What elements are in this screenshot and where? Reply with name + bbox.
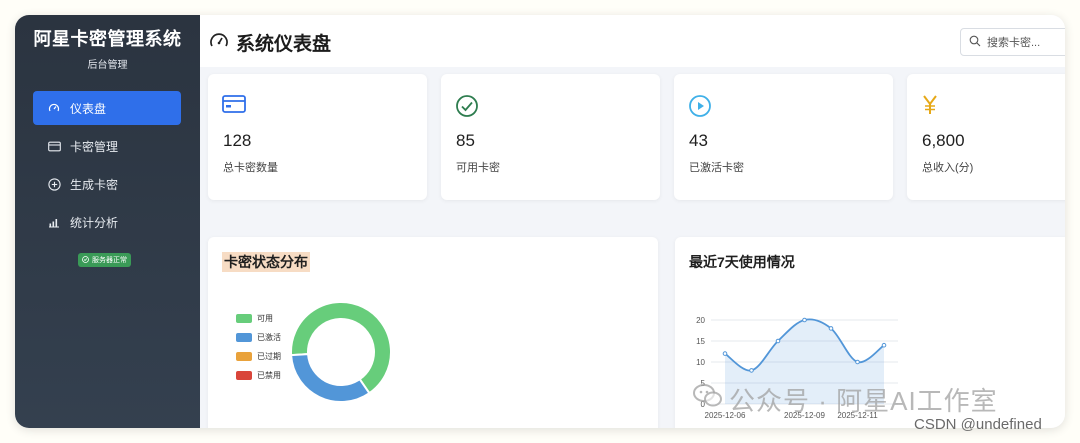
data-point [855,359,860,365]
panel-title: 最近7天使用情况 [689,254,795,270]
y-tick-label: 15 [696,337,705,346]
sidebar-item-statistics[interactable]: 统计分析 [33,205,181,239]
pie-slice-已激活 [290,353,371,403]
stat-label: 总卡密数量 [223,162,278,174]
search-icon [969,35,981,50]
page-title: 系统仪表盘 [209,29,331,56]
stat-label: 总收入(分) [922,162,974,174]
stat-value: 85 [456,131,475,150]
stat-card-revenue: 6,800 总收入(分) [907,74,1065,200]
search-placeholder: 搜索卡密... [987,37,1041,49]
card-icon [47,139,61,153]
server-status-text: 服务器正常 [92,257,127,264]
sidebar-item-label: 统计分析 [70,215,119,230]
data-point [722,351,728,356]
legend-item[interactable]: 已禁用 [236,366,281,385]
data-point [828,326,834,331]
check-circle-icon [455,94,479,123]
credit-text: CSDN @undefined [914,416,1042,433]
sidebar-item-label: 仪表盘 [70,101,107,116]
data-point [775,338,781,344]
app-name: 阿星卡密管理系统 [33,29,182,49]
legend-item[interactable]: 可用 [236,309,281,328]
stat-card-total: 128 总卡密数量 [208,74,427,200]
legend-label: 已过期 [257,352,281,361]
sidebar-item-card-management[interactable]: 卡密管理 [33,129,181,163]
data-point [749,368,754,373]
bar-chart-icon [47,215,61,229]
legend-swatch [236,314,252,323]
plus-circle-icon [47,177,61,191]
data-point [802,317,807,323]
check-circle-icon [82,255,89,265]
status-donut-chart [290,301,392,403]
legend-swatch [236,352,252,361]
stat-label: 可用卡密 [456,162,500,174]
app-window: 阿星卡密管理系统 后台管理 仪表盘 卡密管理 生成卡密 统计分析 服务器正常 系… [15,15,1065,428]
status-distribution-panel: 卡密状态分布 可用 已激活 已过期 已禁用 [208,237,658,428]
main-content: 系统仪表盘 搜索卡密... 128 总卡密数量 85 可用卡密 43 已激活卡密… [200,15,1065,428]
sidebar-item-label: 生成卡密 [70,177,119,192]
legend-swatch [236,333,252,342]
legend-swatch [236,371,252,380]
credit-card-icon [222,94,246,119]
search-input[interactable]: 搜索卡密... [960,28,1065,56]
y-tick-label: 10 [696,358,705,367]
sidebar: 阿星卡密管理系统 后台管理 仪表盘 卡密管理 生成卡密 统计分析 服务器正常 [15,15,200,428]
data-point [881,342,887,348]
app-subtitle: 后台管理 [87,60,128,71]
stat-value: 43 [689,131,708,150]
dashboard-icon [209,31,229,55]
legend-label: 已激活 [257,333,281,342]
stat-value: 6,800 [922,131,965,150]
stat-label: 已激活卡密 [689,162,744,174]
brand: 阿星卡密管理系统 后台管理 [15,15,200,71]
chart-legend: 可用 已激活 已过期 已禁用 [236,309,281,385]
stat-card-activated: 43 已激活卡密 [674,74,893,200]
sidebar-item-generate[interactable]: 生成卡密 [33,167,181,201]
panel-title: 卡密状态分布 [222,252,310,272]
top-bar: 系统仪表盘 搜索卡密... [200,15,1065,67]
legend-item[interactable]: 已过期 [236,347,281,366]
sidebar-item-label: 卡密管理 [70,139,119,154]
y-tick-label: 20 [696,316,705,325]
yen-icon [921,94,939,121]
wechat-icon [693,383,723,416]
sidebar-nav: 仪表盘 卡密管理 生成卡密 统计分析 [15,91,200,239]
stat-card-available: 85 可用卡密 [441,74,660,200]
page-title-text: 系统仪表盘 [236,34,332,55]
legend-item[interactable]: 已激活 [236,328,281,347]
sidebar-item-dashboard[interactable]: 仪表盘 [33,91,181,125]
watermark: 公众号 · 阿星AI工作室 [693,381,998,418]
dashboard-icon [47,101,61,115]
stat-value: 128 [223,131,252,150]
watermark-text: 公众号 · 阿星AI工作室 [729,386,998,416]
legend-label: 已禁用 [257,371,281,380]
legend-label: 可用 [257,314,273,323]
server-status-badge: 服务器正常 [78,253,131,267]
play-circle-icon [688,94,712,123]
